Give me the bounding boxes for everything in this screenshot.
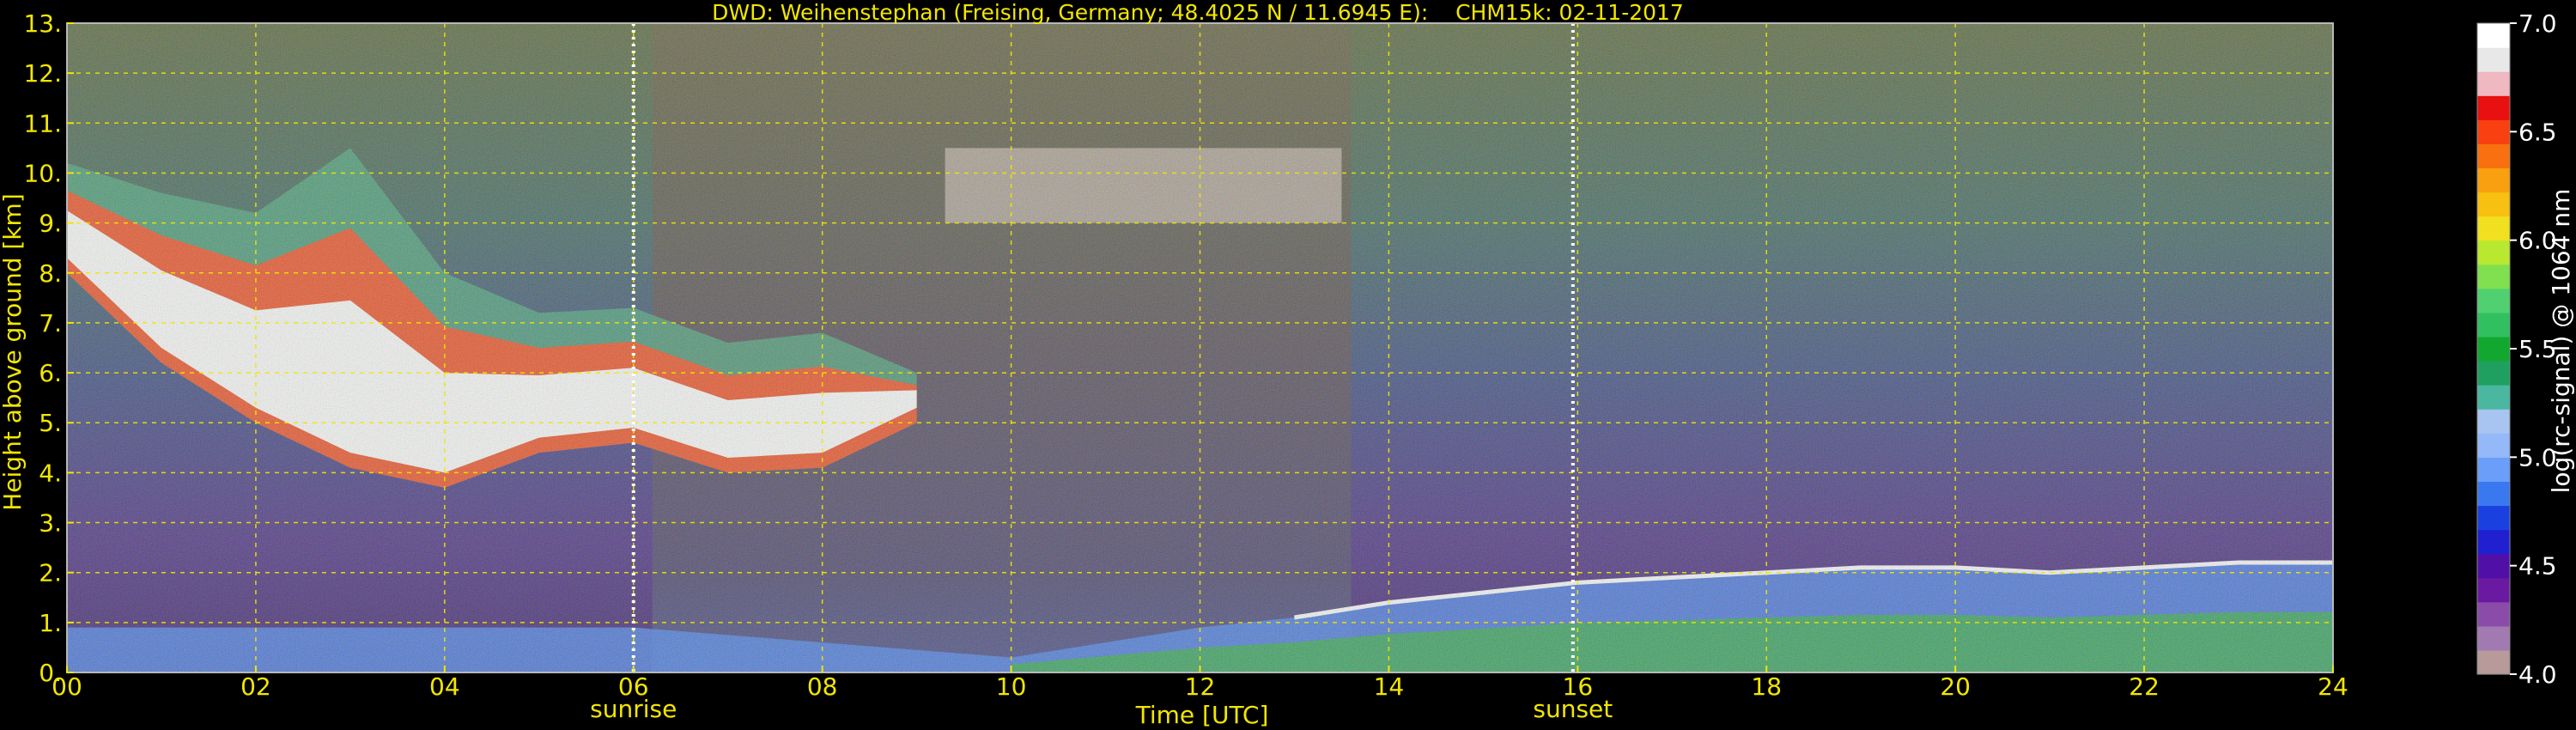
colorbar-tick-label: 4.0 — [2518, 660, 2557, 689]
x-tick-label: 08 — [807, 672, 838, 701]
colorbar-swatch — [2477, 433, 2510, 458]
colorbar-swatch — [2477, 216, 2510, 241]
ceilometer-chart: 00 02 04 06 08 10 12 14 16 18 20 22 24 0.1.2.3.4.5.6… — [0, 0, 2575, 729]
plot-area — [66, 22, 2334, 673]
x-tick-label: 12 — [1185, 672, 1216, 701]
colorbar-swatch — [2477, 481, 2510, 507]
colorbar-swatch — [2477, 167, 2510, 193]
colorbar-swatch — [2477, 47, 2510, 72]
colorbar: 4.04.55.05.56.06.57.0 log(rc-signal) @ 1… — [2476, 9, 2575, 689]
colorbar-swatch — [2477, 119, 2510, 144]
colorbar-swatch — [2477, 385, 2510, 410]
y-tick-label: 4. — [39, 459, 62, 487]
chart-title: DWD: Weihenstephan (Freising, Germany; 4… — [712, 0, 1684, 25]
x-tick-label: 14 — [1374, 672, 1405, 701]
colorbar-swatch — [2477, 312, 2510, 338]
y-tick-label: 5. — [39, 409, 62, 437]
colorbar-tick-label: 7.0 — [2518, 9, 2557, 38]
x-tick-label: 04 — [429, 672, 460, 701]
colorbar-swatch — [2477, 192, 2510, 217]
x-tick-label: 24 — [2318, 672, 2348, 701]
colorbar-swatch — [2477, 361, 2510, 386]
y-tick-label: 2. — [39, 559, 62, 587]
colorbar-swatch — [2477, 505, 2510, 531]
colorbar-swatch — [2477, 529, 2510, 555]
colorbar-label: log(rc-signal) @ 1064 nm — [2547, 189, 2575, 494]
colorbar-tick-label: 6.5 — [2518, 118, 2557, 146]
colorbar-swatch — [2477, 649, 2510, 675]
colorbar-swatch — [2477, 625, 2510, 651]
x-tick-label: 10 — [996, 672, 1027, 701]
y-tick-label: 13. — [23, 9, 62, 38]
y-tick-label: 0. — [39, 659, 62, 687]
x-tick-label: 20 — [1940, 672, 1971, 701]
x-tick-label: 22 — [2129, 672, 2160, 701]
y-tick-label: 9. — [39, 210, 62, 238]
colorbar-swatch — [2477, 23, 2510, 48]
x-tick-label: 18 — [1751, 672, 1782, 701]
colorbar-swatch — [2477, 264, 2510, 289]
y-tick-label: 6. — [39, 359, 62, 387]
colorbar-swatch — [2477, 601, 2510, 627]
colorbar-swatch — [2477, 336, 2510, 362]
y-tick-label: 1. — [39, 609, 62, 637]
colorbar-tick-label: 4.5 — [2518, 552, 2557, 581]
x-tick-label: 02 — [240, 672, 271, 701]
colorbar-swatch — [2477, 577, 2510, 603]
y-tick-label: 11. — [23, 109, 62, 137]
sun-event-labels: sunrise sunset — [590, 695, 1613, 723]
x-axis-label: Time [UTC] — [1135, 701, 1269, 729]
sunset-label: sunset — [1533, 695, 1613, 723]
colorbar-swatch — [2477, 240, 2510, 265]
y-axis-label: Height above ground [km] — [0, 193, 27, 511]
colorbar-swatch — [2477, 457, 2510, 483]
y-tick-label: 8. — [39, 259, 62, 288]
y-tick-label: 3. — [39, 509, 62, 538]
y-tick-label: 12. — [23, 59, 62, 88]
colorbar-scale — [2476, 22, 2511, 675]
colorbar-swatch — [2477, 288, 2510, 313]
colorbar-swatch — [2477, 409, 2510, 434]
y-tick-label: 10. — [23, 159, 62, 187]
sunrise-label: sunrise — [590, 695, 677, 723]
colorbar-swatch — [2477, 71, 2510, 96]
colorbar-swatch — [2477, 553, 2510, 579]
colorbar-swatch — [2477, 143, 2510, 169]
y-tick-label: 7. — [39, 309, 62, 338]
colorbar-swatch — [2477, 95, 2510, 120]
